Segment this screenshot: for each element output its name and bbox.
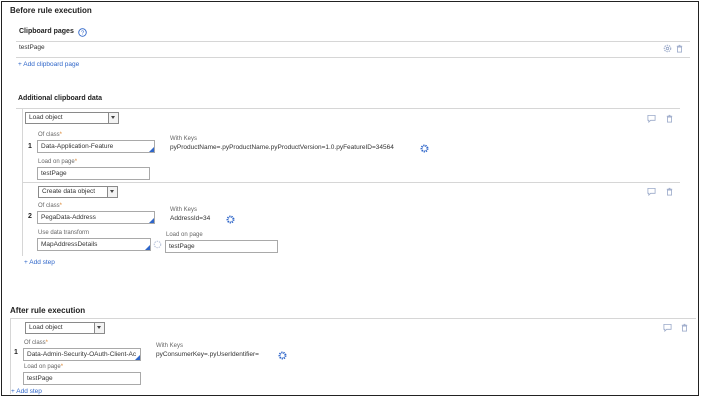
trash-icon[interactable] [665,114,674,123]
with-keys-label: With Keys [156,343,184,349]
add-clipboard-page-label: Add clipboard page [23,61,80,68]
rule-execution-panel: Before rule execution Clipboard pages ? … [1,1,699,396]
with-keys-label: With Keys [170,207,198,213]
add-clipboard-page-link[interactable]: + Add clipboard page [18,61,79,68]
step-2-action-select[interactable]: Create data object [38,186,118,198]
add-step-label: Add step [29,259,55,266]
divider [10,318,696,319]
additional-clipboard-heading: Additional clipboard data [18,95,103,102]
step-bracket [22,108,23,182]
settings-icon[interactable] [663,44,672,53]
chevron-down-icon [94,323,104,333]
of-class-label: Of class* [38,203,63,209]
help-icon[interactable]: ? [78,28,87,37]
step-1-number: 1 [28,143,32,150]
comment-icon[interactable] [647,187,656,196]
divider [16,57,690,58]
step-2-action-value: Create data object [42,188,96,195]
settings-icon[interactable] [153,240,162,249]
gear-icon[interactable] [278,351,287,360]
load-on-page-label: Load on page* [38,159,78,165]
divider [16,108,680,109]
step-2-of-class-input[interactable]: PegaData-Address [37,211,155,224]
comment-icon[interactable] [647,114,656,123]
before-section-title: Before rule execution [10,6,92,15]
after-add-step-label: Add step [16,388,42,395]
step-1-action-select[interactable]: Load object [25,112,119,124]
of-class-label: Of class* [24,340,49,346]
step-1-of-class-input[interactable]: Data-Application-Feature [37,140,155,153]
clipboard-pages-heading: Clipboard pages [19,28,74,35]
after-step-1-action-select[interactable]: Load object [25,322,105,334]
step-1-action-value: Load object [29,114,63,121]
step-2-number: 2 [28,213,32,220]
load-on-page-label: Load on page [166,232,203,238]
with-keys-label: With Keys [170,136,198,142]
step-2-data-transform-input[interactable]: MapAddressDetails [37,238,151,251]
of-class-label: Of class* [38,132,63,138]
clipboard-page-name[interactable]: testPage [19,44,45,51]
divider [16,41,690,42]
trash-icon[interactable] [675,44,684,53]
step-1-with-keys: pyProductName=.pyProductName.pyProductVe… [170,144,394,151]
step-1-load-on-page-input[interactable]: testPage [37,167,150,180]
step-2-load-on-page-input[interactable]: testPage [165,240,278,253]
trash-icon[interactable] [680,323,689,332]
divider [22,182,680,183]
chevron-down-icon [108,113,118,123]
after-step-1-number: 1 [14,349,18,356]
trash-icon[interactable] [665,187,674,196]
add-step-link[interactable]: + Add step [24,259,55,266]
step-2-with-keys: AddressId=34 [170,215,211,222]
data-transform-label: Use data transform [38,230,90,236]
after-step-1-load-on-page-input[interactable]: testPage [23,372,141,385]
after-step-1-of-class-input[interactable]: Data-Admin-Security-OAuth-Client-Ac [23,348,141,361]
gear-icon[interactable] [420,144,429,153]
gear-icon[interactable] [226,215,235,224]
load-on-page-label: Load on page* [24,364,64,370]
after-add-step-link[interactable]: + Add step [11,388,42,395]
comment-icon[interactable] [663,323,672,332]
step-bracket [10,318,11,394]
after-step-1-with-keys: pyConsumerKey=.pyUserIdentifier= [156,351,259,358]
after-step-1-action-value: Load object [29,324,63,331]
after-section-title: After rule execution [10,306,86,315]
chevron-down-icon [107,187,117,197]
step-bracket [22,182,23,256]
